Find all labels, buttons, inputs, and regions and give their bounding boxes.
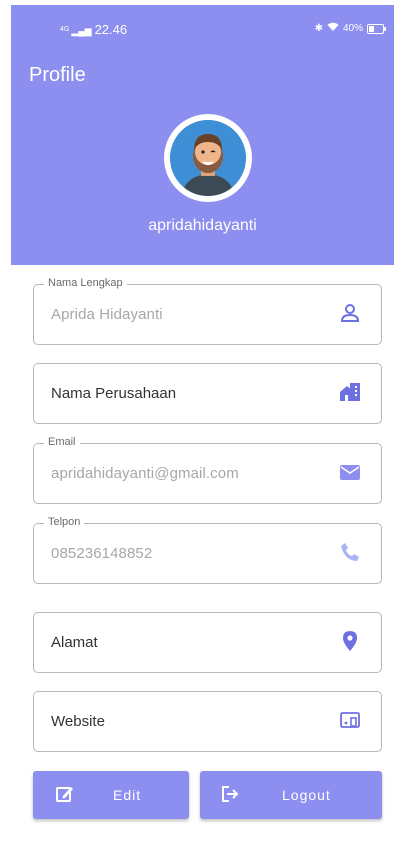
bluetooth-icon: ✱ <box>314 23 323 34</box>
company-icon <box>339 381 361 403</box>
battery-percent: 40% <box>342 23 363 34</box>
nama-lengkap-field[interactable]: Nama Lengkap Aprida Hidayanti <box>33 277 382 345</box>
alamat-field[interactable]: Alamat <box>33 612 382 673</box>
edit-button[interactable]: Edit <box>33 771 189 819</box>
nama-lengkap-label: Nama Lengkap <box>44 277 127 289</box>
person-icon <box>339 302 361 324</box>
nama-lengkap-value: Aprida Hidayanti <box>51 306 163 323</box>
status-time: 22.46 <box>94 22 128 37</box>
devices-icon <box>339 709 361 731</box>
telpon-field[interactable]: Telpon 085236148852 <box>33 516 382 584</box>
alamat-placeholder: Alamat <box>51 634 98 651</box>
profile-header: 4G ▂▄▆ 22.46 ✱ 40% Profile apridahidayan… <box>11 5 394 265</box>
telpon-label: Telpon <box>44 516 85 528</box>
email-field[interactable]: Email apridahidayanti@gmail.com <box>33 436 382 504</box>
wifi-icon <box>327 22 339 35</box>
avatar[interactable] <box>164 114 252 202</box>
telpon-value: 085236148852 <box>51 545 153 562</box>
network-indicator: 4G <box>60 26 70 33</box>
signal-icon: ▂▄▆ <box>71 26 92 36</box>
edit-button-label: Edit <box>113 787 142 803</box>
website-field[interactable]: Website <box>33 691 382 752</box>
page-title: Profile <box>29 64 86 86</box>
phone-icon <box>339 541 361 563</box>
logout-button-label: Logout <box>282 787 331 803</box>
logout-icon <box>220 784 240 804</box>
location-icon <box>339 630 361 652</box>
battery-icon <box>367 23 386 34</box>
edit-icon <box>55 784 75 804</box>
mail-icon <box>339 461 361 483</box>
email-label: Email <box>44 436 80 448</box>
status-bar: 4G ▂▄▆ 22.46 ✱ 40% <box>11 5 394 39</box>
avatar-image <box>170 120 246 196</box>
nama-perusahaan-field[interactable]: Nama Perusahaan <box>33 363 382 424</box>
email-value: apridahidayanti@gmail.com <box>51 465 239 482</box>
nama-perusahaan-placeholder: Nama Perusahaan <box>51 385 177 402</box>
profile-username: apridahidayanti <box>148 217 257 234</box>
logout-button[interactable]: Logout <box>200 771 382 819</box>
website-placeholder: Website <box>51 713 105 730</box>
